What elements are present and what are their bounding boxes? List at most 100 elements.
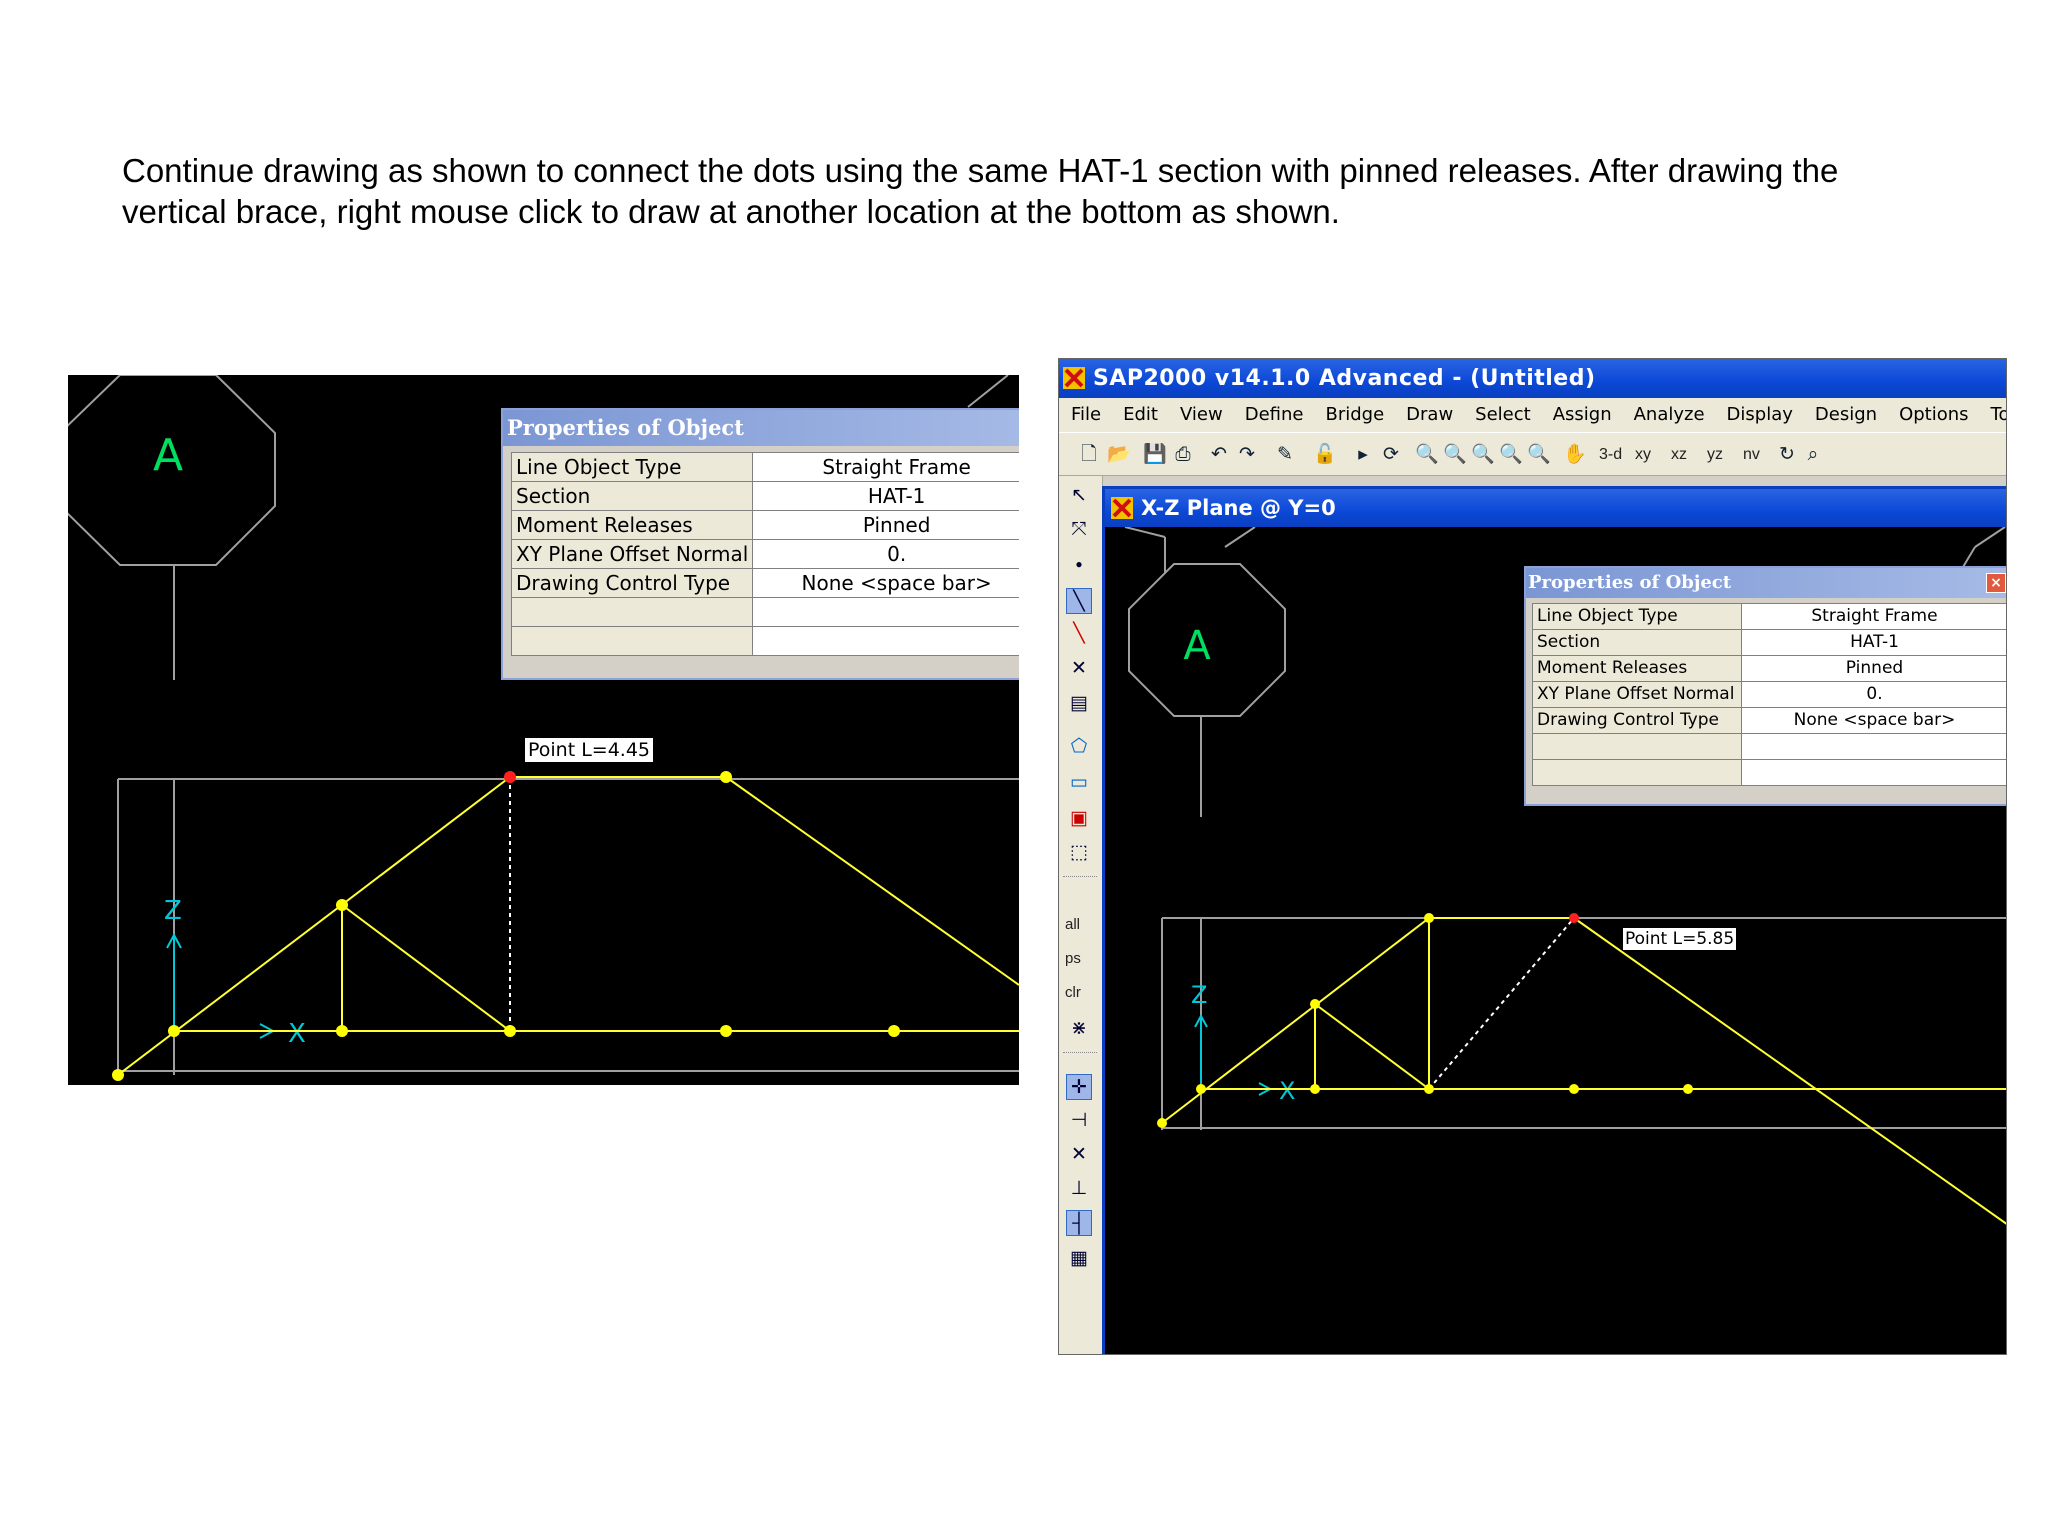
view-title-bar[interactable]: X-Z Plane @ Y=0: [1105, 489, 2006, 527]
properties-of-object-dialog[interactable]: Properties of Object Line Object Type Str…: [501, 408, 1019, 680]
prop-value[interactable]: None <space bar>: [1741, 707, 2006, 734]
reshape-icon[interactable]: ⤧: [1066, 517, 1092, 543]
prop-value[interactable]: [1741, 759, 2006, 786]
joint[interactable]: [1310, 999, 1320, 1009]
prop-value[interactable]: None <space bar>: [752, 568, 1019, 598]
properties-dialog-title[interactable]: Properties of Object: [503, 410, 1019, 446]
joint[interactable]: [1310, 1084, 1320, 1094]
prop-value[interactable]: [752, 626, 1019, 656]
pan-icon[interactable]: ✋: [1563, 443, 1587, 467]
open-folder-icon[interactable]: 📂: [1107, 443, 1131, 467]
view-xy-button[interactable]: xy: [1635, 444, 1651, 466]
snap-perpendicular-icon[interactable]: ⊥: [1066, 1176, 1092, 1202]
joint[interactable]: [888, 1025, 900, 1037]
snap-intersections-icon[interactable]: ✕: [1066, 1142, 1092, 1168]
app-title-bar[interactable]: SAP2000 v14.1.0 Advanced - (Untitled): [1059, 359, 2006, 398]
joint[interactable]: [504, 1025, 516, 1037]
joint[interactable]: [1424, 913, 1434, 923]
menu-design[interactable]: Design: [1815, 398, 1877, 432]
prop-value[interactable]: [1741, 733, 2006, 760]
draw-secondary-beams-icon[interactable]: ▤: [1066, 691, 1092, 717]
quick-draw-frame-icon[interactable]: ╲: [1066, 621, 1092, 647]
zoom-previous-icon[interactable]: 🔍: [1471, 443, 1495, 467]
joint[interactable]: [1569, 1084, 1579, 1094]
close-icon[interactable]: ×: [1986, 573, 2006, 593]
joint[interactable]: [720, 1025, 732, 1037]
snap-points-icon[interactable]: ✛: [1066, 1074, 1092, 1100]
properties-dialog-title[interactable]: Properties of Object: [1526, 568, 2006, 598]
rotate-3d-icon[interactable]: ↻: [1775, 443, 1799, 467]
menu-display[interactable]: Display: [1727, 398, 1793, 432]
view-nv-button[interactable]: nv: [1743, 444, 1760, 466]
draw-brace-icon[interactable]: ✕: [1066, 656, 1092, 682]
redo-icon[interactable]: ↷: [1235, 443, 1259, 467]
draw-rect-area-icon[interactable]: ▭: [1066, 770, 1092, 796]
lock-icon[interactable]: 🔓: [1313, 443, 1337, 467]
joint[interactable]: [1157, 1118, 1167, 1128]
pencil-icon[interactable]: ✎: [1273, 443, 1297, 467]
clear-select-button[interactable]: clr: [1065, 984, 1081, 1001]
quick-draw-area-icon[interactable]: ▣: [1066, 806, 1092, 832]
menu-define[interactable]: Define: [1245, 398, 1304, 432]
menu-analyze[interactable]: Analyze: [1634, 398, 1705, 432]
menu-options[interactable]: Options: [1899, 398, 1968, 432]
snap-fine-grid-icon[interactable]: ▦: [1066, 1246, 1092, 1272]
draw-point-icon[interactable]: ●: [1066, 551, 1092, 577]
joint[interactable]: [336, 1025, 348, 1037]
left-screenshot: A Z X Point L=4.45 Properties of Object …: [68, 375, 1019, 1085]
prop-value[interactable]: 0.: [1741, 681, 2006, 708]
menu-select[interactable]: Select: [1475, 398, 1531, 432]
prop-value[interactable]: Straight Frame: [1741, 603, 2006, 630]
menu-edit[interactable]: Edit: [1123, 398, 1158, 432]
snap-ends-icon[interactable]: ⊣: [1066, 1108, 1092, 1134]
undo-icon[interactable]: ↶: [1207, 443, 1231, 467]
view-yz-button[interactable]: yz: [1707, 444, 1723, 466]
selected-point[interactable]: [504, 771, 516, 783]
joint[interactable]: [720, 771, 732, 783]
prop-value[interactable]: 0.: [752, 539, 1019, 569]
new-file-icon[interactable]: 🗋: [1077, 443, 1101, 467]
selected-point[interactable]: [1569, 913, 1579, 923]
zoom-out-icon[interactable]: 🔍: [1527, 443, 1551, 467]
menu-tools[interactable]: Too: [1991, 398, 2006, 432]
pointer-icon[interactable]: ↖: [1066, 483, 1092, 509]
run-analysis-icon[interactable]: ▸: [1351, 443, 1375, 467]
menu-view[interactable]: View: [1180, 398, 1223, 432]
select-all-button[interactable]: all: [1065, 916, 1080, 933]
joint[interactable]: [1196, 1084, 1206, 1094]
menu-assign[interactable]: Assign: [1553, 398, 1612, 432]
prop-value[interactable]: Straight Frame: [752, 452, 1019, 482]
zoom-in-icon[interactable]: 🔍: [1499, 443, 1523, 467]
draw-poly-area-icon[interactable]: ⬠: [1066, 734, 1092, 760]
draw-solid-icon[interactable]: ⬚: [1066, 840, 1092, 866]
draw-frame-icon[interactable]: ╲: [1066, 588, 1092, 614]
print-icon[interactable]: ⎙: [1171, 443, 1195, 467]
prop-label: [510, 597, 754, 627]
zoom-full-icon[interactable]: 🔍: [1443, 443, 1467, 467]
axis-x-label: X: [288, 1019, 306, 1049]
previous-select-button[interactable]: ps: [1065, 950, 1081, 967]
prop-value[interactable]: [752, 597, 1019, 627]
zoom-window-icon[interactable]: 🔍: [1415, 443, 1439, 467]
prop-value[interactable]: HAT-1: [752, 481, 1019, 511]
prop-value[interactable]: Pinned: [752, 510, 1019, 540]
joint[interactable]: [168, 1025, 180, 1037]
menu-file[interactable]: File: [1071, 398, 1101, 432]
menu-bridge[interactable]: Bridge: [1325, 398, 1384, 432]
perspective-icon[interactable]: ⌕: [1801, 443, 1825, 467]
joint[interactable]: [1424, 1084, 1434, 1094]
rotate-view-icon[interactable]: ⟳: [1379, 443, 1403, 467]
snap-lines-icon[interactable]: ┤: [1066, 1210, 1092, 1236]
view-3d-button[interactable]: 3-d: [1599, 444, 1622, 466]
joint[interactable]: [336, 899, 348, 911]
xz-plane-view-window[interactable]: X-Z Plane @ Y=0 A Z X Point L=5.85 Prope…: [1102, 486, 2006, 1354]
joint[interactable]: [112, 1069, 124, 1081]
view-xz-button[interactable]: xz: [1671, 444, 1687, 466]
intersecting-line-select-icon[interactable]: ⋇: [1066, 1016, 1092, 1042]
prop-value[interactable]: HAT-1: [1741, 629, 2006, 656]
joint[interactable]: [1683, 1084, 1693, 1094]
properties-of-object-dialog[interactable]: Properties of Object × Line Object Type S…: [1524, 566, 2006, 806]
menu-draw[interactable]: Draw: [1406, 398, 1453, 432]
prop-value[interactable]: Pinned: [1741, 655, 2006, 682]
save-icon[interactable]: 💾: [1143, 443, 1167, 467]
